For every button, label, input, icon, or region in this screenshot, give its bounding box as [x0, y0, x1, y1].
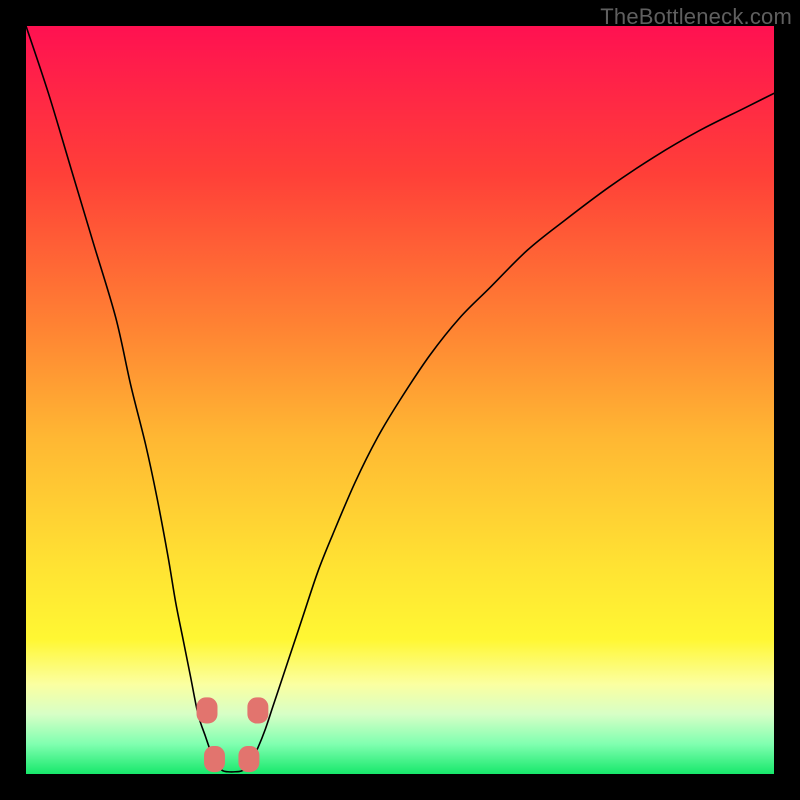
watermark-text: TheBottleneck.com: [600, 4, 792, 30]
curve-marker: [197, 697, 218, 723]
curve-marker: [204, 746, 225, 772]
curve-marker: [238, 746, 259, 772]
plot-svg: [26, 26, 774, 774]
chart-frame: TheBottleneck.com: [0, 0, 800, 800]
curve-marker: [247, 697, 268, 723]
plot-area: [26, 26, 774, 774]
